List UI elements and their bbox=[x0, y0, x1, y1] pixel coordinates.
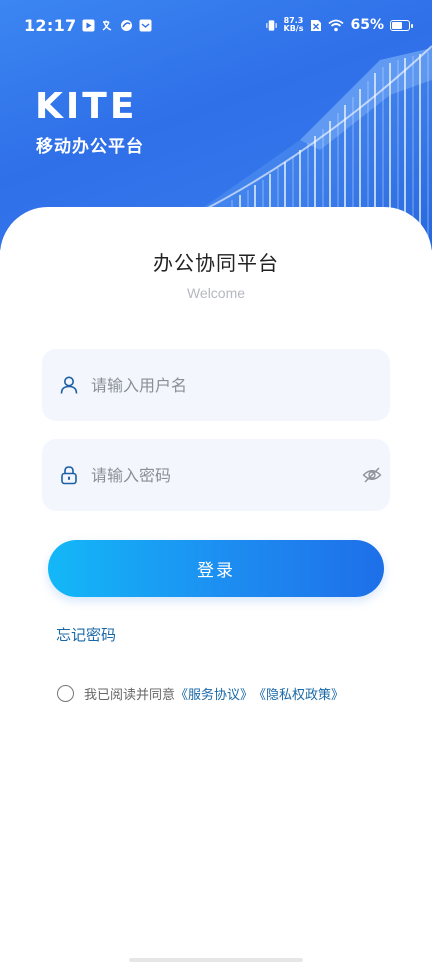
brand-logo: KITE bbox=[35, 86, 138, 127]
login-button[interactable]: 登录 bbox=[48, 540, 384, 597]
password-field[interactable] bbox=[42, 439, 390, 511]
page-subtitle: Welcome bbox=[186, 285, 246, 301]
network-speed-unit: KB/s bbox=[283, 24, 304, 33]
login-card: 办公协同平台 Welcome 登录 忘记密码 我已阅读并同意 《服务协议》 《隐… bbox=[0, 207, 432, 964]
eye-off-icon[interactable] bbox=[362, 465, 382, 485]
translate-app-icon bbox=[101, 19, 114, 32]
status-time: 12:17 bbox=[24, 15, 77, 35]
vibrate-icon bbox=[265, 19, 278, 32]
home-indicator[interactable] bbox=[129, 958, 303, 962]
agreement-checkbox[interactable] bbox=[57, 685, 74, 702]
agreement-row: 我已阅读并同意 《服务协议》 《隐私权政策》 bbox=[57, 684, 344, 703]
privacy-link[interactable]: 《隐私权政策》 bbox=[253, 684, 344, 703]
battery-icon bbox=[390, 19, 413, 31]
terms-link[interactable]: 《服务协议》 bbox=[175, 684, 253, 703]
user-icon bbox=[59, 375, 79, 395]
lock-icon bbox=[59, 465, 79, 485]
wifi-icon bbox=[328, 19, 345, 32]
page-title: 办公协同平台 bbox=[153, 251, 279, 275]
agreement-text: 我已阅读并同意 bbox=[84, 688, 176, 703]
forgot-password-link[interactable]: 忘记密码 bbox=[56, 624, 116, 645]
status-bar: 12:17 87.3 KB/s 65% bbox=[0, 0, 432, 50]
password-input[interactable] bbox=[91, 465, 341, 485]
play-app-icon bbox=[82, 19, 95, 32]
no-sim-icon bbox=[309, 19, 322, 32]
battery-fill bbox=[392, 21, 403, 29]
battery-percentage: 65% bbox=[350, 17, 384, 33]
network-speed: 87.3 KB/s bbox=[284, 17, 304, 33]
mail-app-icon bbox=[139, 19, 152, 32]
username-field[interactable] bbox=[42, 349, 390, 421]
username-input[interactable] bbox=[91, 375, 341, 395]
brand-subtitle: 移动办公平台 bbox=[36, 137, 144, 157]
swirl-app-icon bbox=[120, 19, 133, 32]
